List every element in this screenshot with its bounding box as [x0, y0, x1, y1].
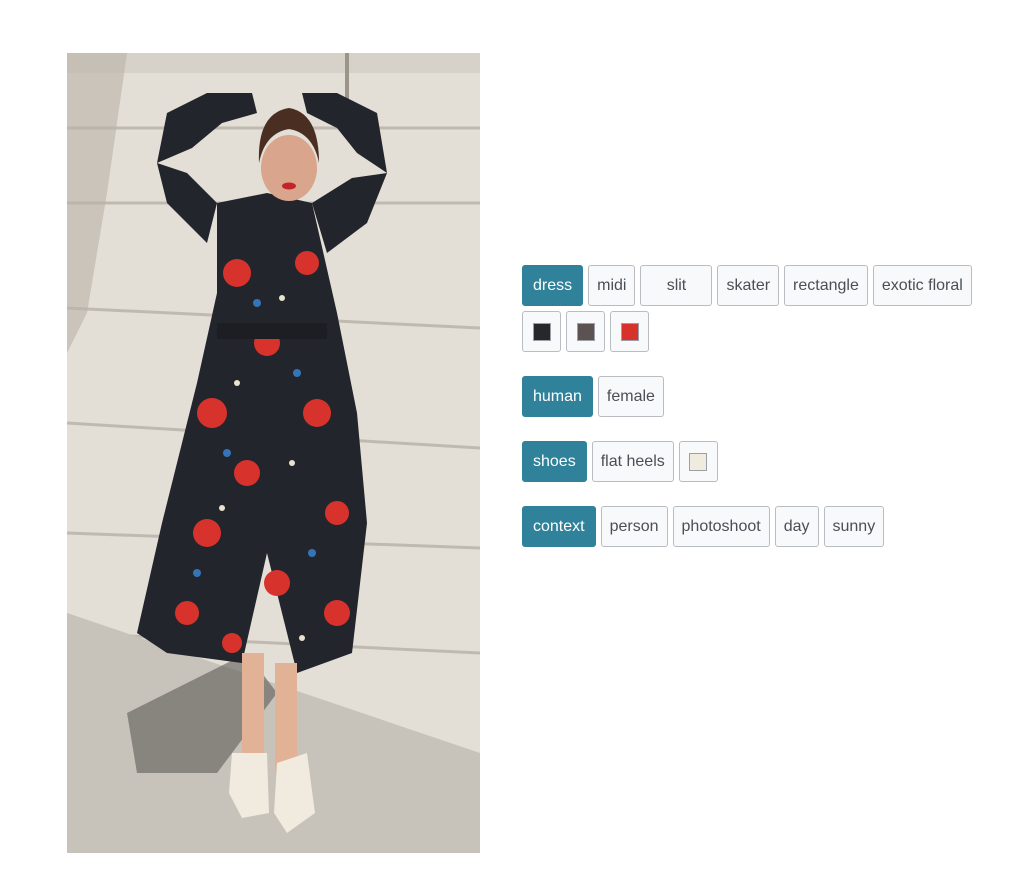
color-swatch-dark[interactable] — [522, 311, 561, 352]
color-swatch-fill — [576, 322, 595, 341]
category-context[interactable]: context — [522, 506, 596, 547]
tag-female[interactable]: female — [597, 376, 664, 417]
tag-skater[interactable]: skater — [717, 265, 780, 306]
tag-row-human: human female — [522, 376, 1002, 417]
tag-row-context: context person photoshoot day sunny — [522, 506, 1002, 547]
tag-midi[interactable]: midi — [588, 265, 636, 306]
tag-rectangle[interactable]: rectangle — [784, 265, 868, 306]
category-dress[interactable]: dress — [522, 265, 584, 306]
tag-row-dress: dress midi slit skater rectangle exotic … — [522, 265, 1002, 306]
photo-illustration — [67, 53, 480, 853]
category-shoes[interactable]: shoes — [522, 441, 587, 482]
tag-exotic-floral[interactable]: exotic floral — [872, 265, 972, 306]
color-swatch-fill — [620, 322, 639, 341]
color-swatch-brown[interactable] — [566, 311, 605, 352]
tag-person[interactable]: person — [600, 506, 668, 547]
tag-slit[interactable]: slit — [640, 265, 713, 306]
color-swatch-fill — [689, 452, 708, 471]
fashion-photo — [67, 53, 480, 853]
tag-panel: dress midi slit skater rectangle exotic … — [522, 265, 1002, 547]
color-swatch-cream[interactable] — [678, 441, 718, 482]
category-human[interactable]: human — [522, 376, 593, 417]
tag-flat-heels[interactable]: flat heels — [591, 441, 674, 482]
color-swatch-fill — [532, 322, 551, 341]
tag-sunny[interactable]: sunny — [823, 506, 885, 547]
tag-day[interactable]: day — [774, 506, 819, 547]
tag-photoshoot[interactable]: photoshoot — [672, 506, 770, 547]
color-row-dress — [522, 311, 1002, 352]
tag-row-shoes: shoes flat heels — [522, 441, 1002, 482]
color-swatch-red[interactable] — [610, 311, 649, 352]
